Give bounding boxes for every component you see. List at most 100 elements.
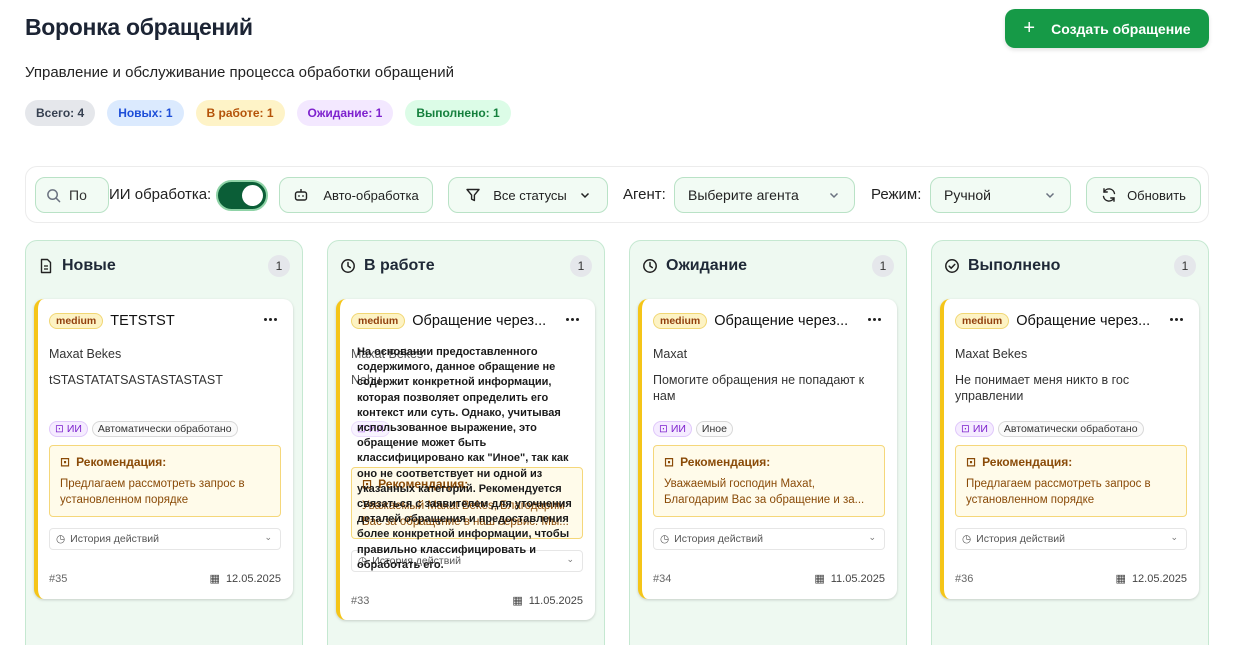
priority-badge: medium — [351, 313, 406, 329]
column-count: 1 — [570, 255, 592, 277]
column-new: Новые 1 medium TETSTST Maxat Bekes tSTAS… — [25, 240, 303, 645]
ai-tag: ⊡ ИИ — [49, 421, 88, 437]
toggle-knob — [242, 185, 263, 206]
history-label: История действий — [976, 533, 1066, 545]
more-options-icon[interactable] — [868, 318, 881, 321]
card-description: Не понимает меня никто в гос управлении — [955, 373, 1130, 403]
calendar-icon: ▦ — [1115, 573, 1126, 585]
column-header: В работе — [328, 241, 604, 291]
chevron-down-icon — [1045, 192, 1055, 199]
history-label: История действий — [70, 533, 160, 545]
history-dropdown[interactable]: ◷ История действий ⌄ — [653, 528, 885, 550]
column-count: 1 — [1174, 255, 1196, 277]
card-author: Maxat Bekes — [49, 347, 122, 361]
ai-tag: ⊡ ИИ — [653, 421, 692, 437]
category-tag: Автоматически обработано — [997, 421, 1144, 437]
card-author: Maxat Bekes — [955, 347, 1028, 361]
column-in-progress: В работе 1 medium Обращение через... Max… — [327, 240, 605, 645]
ai-tag-label: ИИ — [670, 423, 686, 435]
create-request-button[interactable]: + Создать обращение — [1005, 9, 1209, 48]
calendar-icon: ▦ — [512, 595, 523, 607]
request-card[interactable]: medium TETSTST Maxat Bekes tSTASTATATSAS… — [34, 299, 293, 599]
chevron-down-icon: ⌄ — [1170, 532, 1178, 542]
counter-waiting: Ожидание: 1 — [296, 100, 394, 126]
agent-label: Агент: — [623, 186, 666, 203]
card-title: TETSTST — [110, 313, 175, 329]
column-waiting: Ожидание 1 medium Обращение через... Max… — [629, 240, 907, 645]
counter-in-progress: В работе: 1 — [195, 100, 285, 126]
priority-badge: medium — [49, 313, 104, 329]
bot-icon — [295, 189, 308, 201]
filter-toolbar: ИИ обработка: Авто-обработка Все статусы… — [25, 166, 1209, 223]
refresh-button[interactable]: Обновить — [1086, 177, 1201, 213]
clock-icon: ◷ — [962, 533, 972, 545]
search-field[interactable] — [35, 177, 109, 213]
ai-processing-toggle[interactable] — [216, 180, 268, 211]
card-date: 12.05.2025 — [225, 572, 281, 585]
mode-select[interactable]: Ручной — [930, 177, 1071, 213]
bot-icon: ⊡ — [664, 455, 675, 469]
agent-select-value: Выберите агента — [688, 187, 799, 203]
history-label: История действий — [674, 533, 764, 545]
create-request-label: Создать обращение — [1051, 20, 1191, 37]
recommendation-box: ⊡ Рекомендация: Уважаемый господин Maxat,… — [653, 445, 885, 517]
ai-tag: ⊡ ИИ — [955, 421, 994, 437]
card-title: Обращение через... — [1016, 313, 1151, 329]
bot-icon: ⊡ — [60, 455, 71, 469]
chevron-down-icon: ⌄ — [264, 532, 272, 542]
recommendation-text: Предлагаем рассмотреть запрос в установл… — [60, 478, 245, 506]
recommendation-text: Предлагаем рассмотреть запрос в установл… — [966, 478, 1151, 506]
plus-icon: + — [1023, 16, 1036, 39]
search-icon — [47, 188, 61, 202]
refresh-icon — [1102, 188, 1116, 202]
mode-select-value: Ручной — [944, 187, 991, 203]
column-header: Выполнено — [932, 241, 1208, 291]
more-options-icon[interactable] — [264, 318, 277, 321]
request-card[interactable]: medium Обращение через... Maxat Bekes Na… — [336, 299, 595, 620]
column-title: В работе — [364, 257, 435, 274]
clock-icon — [643, 259, 657, 273]
counter-done: Выполнено: 1 — [405, 100, 511, 126]
bot-icon: ⊡ — [961, 423, 970, 435]
auto-processing-button[interactable]: Авто-обработка — [279, 177, 433, 213]
counter-new: Новых: 1 — [107, 100, 184, 126]
card-id: #35 — [49, 572, 68, 585]
filter-icon — [466, 188, 480, 202]
page-title: Воронка обращений — [25, 14, 253, 40]
column-header: Ожидание — [630, 241, 906, 291]
more-options-icon[interactable] — [1170, 318, 1183, 321]
request-card[interactable]: medium Обращение через... Maxat Bekes Не… — [940, 299, 1199, 599]
ai-analysis-tooltip: На основании предоставленного содержимог… — [357, 346, 572, 571]
card-description: Помогите обращения не попадают к нам — [653, 373, 865, 403]
column-count: 1 — [872, 255, 894, 277]
priority-badge: medium — [955, 313, 1010, 329]
auto-processing-label: Авто-обработка — [323, 187, 419, 203]
status-filter-value: Все статусы — [493, 187, 567, 203]
card-date: 11.05.2025 — [528, 594, 583, 607]
more-options-icon[interactable] — [566, 318, 579, 321]
history-dropdown[interactable]: ◷ История действий ⌄ — [955, 528, 1187, 550]
category-tag: Иное — [695, 421, 733, 437]
card-date: 12.05.2025 — [1131, 572, 1187, 585]
status-counters: Всего: 4 Новых: 1 В работе: 1 Ожидание: … — [25, 100, 511, 126]
card-title: Обращение через... — [412, 313, 547, 329]
status-filter-select[interactable]: Все статусы — [448, 177, 608, 213]
request-card[interactable]: medium Обращение через... Maxat Помогите… — [638, 299, 897, 599]
page-subtitle: Управление и обслуживание процесса обраб… — [25, 64, 454, 81]
category-tag: Автоматически обработано — [91, 421, 238, 437]
card-title: Обращение через... — [714, 313, 849, 329]
clock-icon: ◷ — [660, 533, 670, 545]
bot-icon: ⊡ — [966, 455, 977, 469]
counter-all: Всего: 4 — [25, 100, 96, 126]
card-id: #34 — [653, 572, 672, 585]
recommendation-box: ⊡ Рекомендация: Предлагаем рассмотреть за… — [955, 445, 1187, 517]
chevron-down-icon — [829, 192, 839, 199]
document-icon — [40, 258, 52, 274]
calendar-icon: ▦ — [209, 573, 220, 585]
search-input[interactable] — [69, 187, 99, 203]
agent-select[interactable]: Выберите агента — [674, 177, 855, 213]
priority-badge: medium — [653, 313, 708, 329]
bot-icon: ⊡ — [55, 423, 64, 435]
history-dropdown[interactable]: ◷ История действий ⌄ — [49, 528, 281, 550]
recommendation-title: Рекомендация: — [680, 455, 771, 469]
